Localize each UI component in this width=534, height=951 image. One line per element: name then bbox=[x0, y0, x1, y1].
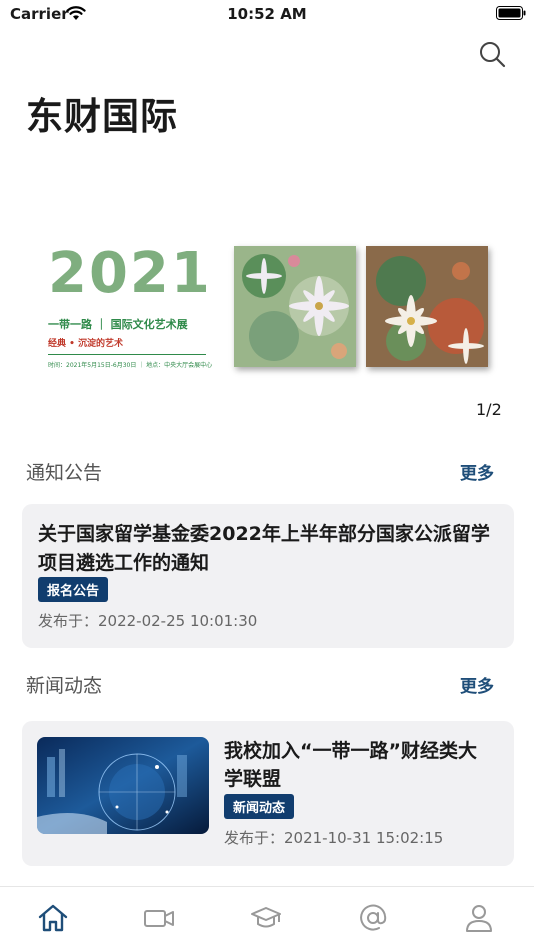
notice-card[interactable]: 关于国家留学基金委2022年上半年部分国家公派留学项目遴选工作的通知 报名公告 … bbox=[22, 504, 514, 648]
news-title: 我校加入“一带一路”财经类大学联盟 bbox=[224, 740, 477, 790]
video-icon bbox=[144, 910, 174, 927]
clock: 10:52 AM bbox=[227, 5, 307, 23]
news-tag-badge: 新闻动态 bbox=[224, 794, 295, 819]
search-icon[interactable] bbox=[478, 40, 506, 68]
banner-subtitle: 一带一路 ｜ 国际文化艺术展 bbox=[48, 318, 188, 331]
banner-divider bbox=[48, 354, 206, 355]
news-date: 发布于：2021-10-31 15:02:15 bbox=[224, 829, 444, 847]
at-icon bbox=[360, 904, 387, 931]
news-section-title: 新闻动态 bbox=[26, 675, 103, 697]
notice-title: 关于国家留学基金委2022年上半年部分国家公派留学项目遴选工作的通知 bbox=[38, 523, 490, 574]
tab-home[interactable] bbox=[37, 902, 69, 934]
banner-tagline: 经典 • 沉淀的艺术 bbox=[48, 339, 124, 349]
banner-date-info: 时间：2021年5月15日-6月30日 ｜ 地点：中央大厅会展中心 bbox=[48, 362, 213, 369]
notice-date: 发布于：2022-02-25 10:01:30 bbox=[38, 612, 258, 630]
graduation-cap-icon bbox=[251, 907, 281, 928]
user-icon bbox=[466, 905, 492, 932]
notices-more-link[interactable]: 更多 bbox=[460, 459, 494, 484]
tab-messages[interactable] bbox=[357, 902, 389, 934]
painting-image bbox=[366, 246, 488, 367]
tab-video[interactable] bbox=[143, 902, 175, 934]
battery-icon bbox=[496, 6, 526, 20]
banner-carousel[interactable]: 2021 一带一路 ｜ 国际文化艺术展 经典 • 沉淀的艺术 时间：2021年5… bbox=[0, 230, 534, 380]
home-icon bbox=[38, 904, 68, 932]
tab-courses[interactable] bbox=[250, 902, 282, 934]
notices-section-title: 通知公告 bbox=[26, 462, 103, 484]
notice-tag-badge: 报名公告 bbox=[38, 577, 109, 602]
status-bar: Carrier 10:52 AM bbox=[0, 0, 534, 30]
page-title: 东财国际 bbox=[26, 95, 178, 138]
news-thumbnail bbox=[37, 737, 209, 834]
banner-year: 2021 bbox=[48, 241, 212, 306]
tab-bar bbox=[0, 886, 534, 951]
painting-image bbox=[234, 246, 356, 367]
banner-poster: 2021 一带一路 ｜ 国际文化艺术展 经典 • 沉淀的艺术 时间：2021年5… bbox=[44, 241, 213, 374]
tab-profile[interactable] bbox=[463, 902, 495, 934]
news-more-link[interactable]: 更多 bbox=[460, 672, 494, 697]
news-card[interactable]: 我校加入“一带一路”财经类大学联盟 新闻动态 发布于：2021-10-31 15… bbox=[22, 721, 514, 866]
carousel-pager: 1/2 bbox=[476, 400, 502, 419]
